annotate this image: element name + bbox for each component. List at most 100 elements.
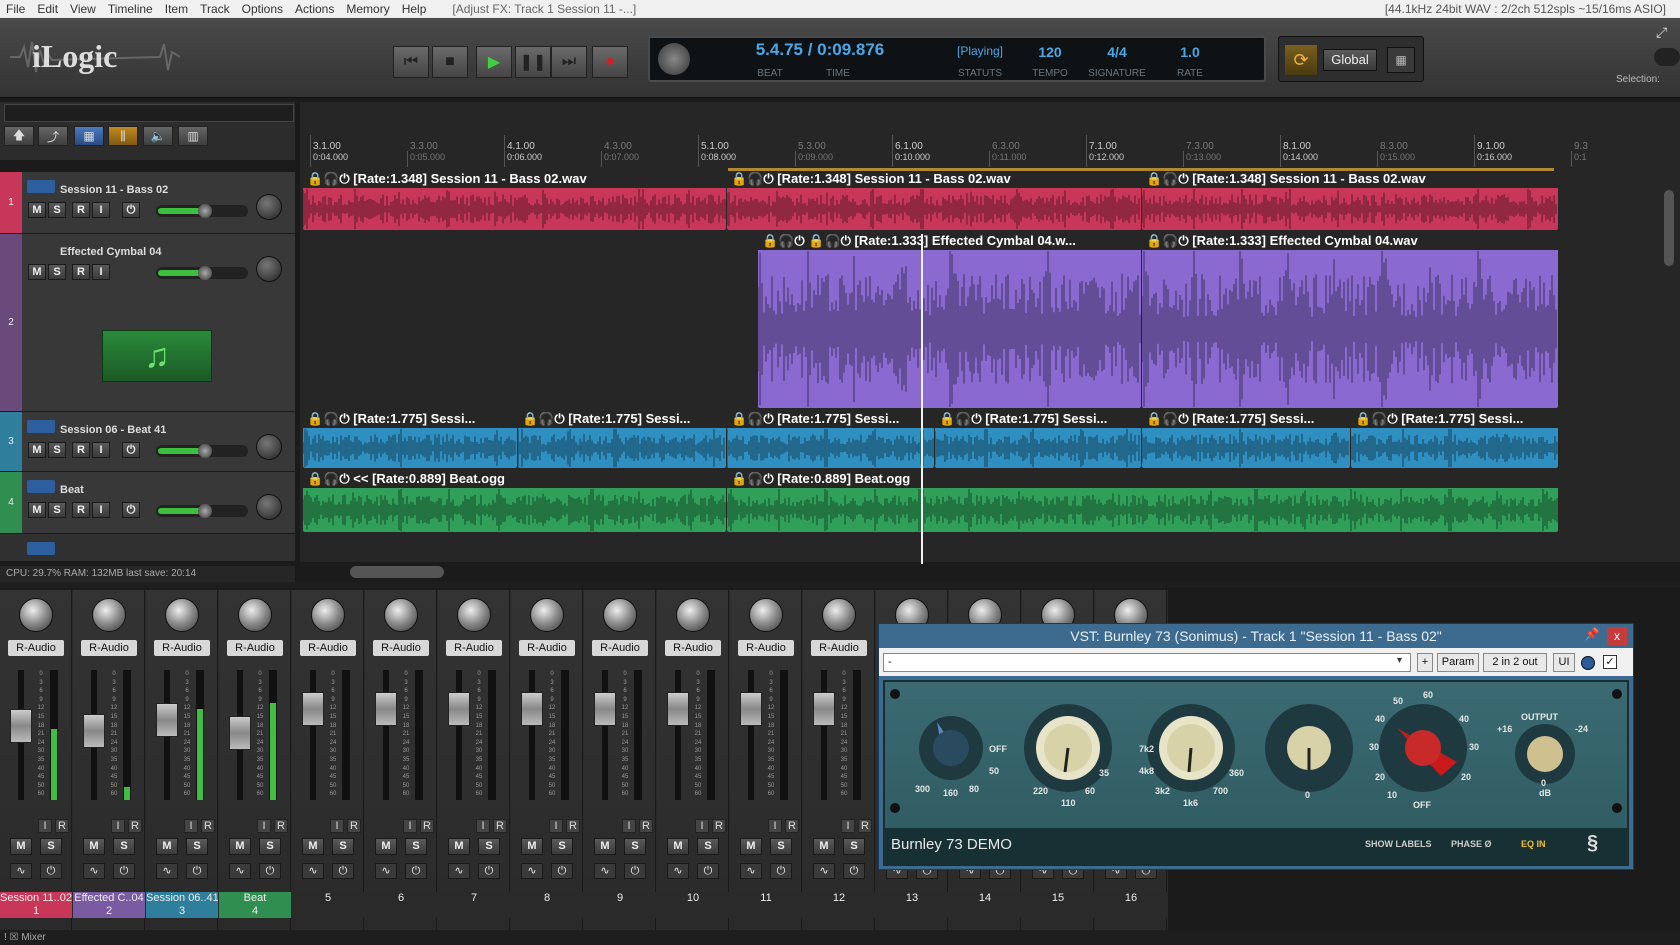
power-button[interactable]: ⏻ — [122, 442, 140, 458]
ui-button[interactable]: UI — [1553, 653, 1575, 672]
enable-checkbox[interactable]: ✓ — [1603, 655, 1617, 669]
mute-button[interactable]: M — [667, 838, 689, 855]
volume-fader[interactable] — [813, 692, 835, 726]
automation-icon[interactable]: ∿ — [594, 863, 616, 879]
record-arm-button[interactable]: R — [72, 502, 90, 518]
automation-icon[interactable]: ∿ — [302, 863, 324, 879]
solo-button[interactable]: S — [48, 202, 66, 218]
stop-button[interactable]: ■ — [432, 46, 468, 78]
solo-button[interactable]: S — [770, 838, 792, 855]
route-button[interactable]: R-Audio — [519, 640, 575, 656]
input-button[interactable]: I — [841, 819, 855, 833]
zoom-slider[interactable] — [1654, 48, 1680, 66]
mute-button[interactable]: M — [229, 838, 251, 855]
clip-beat41[interactable]: 🔒🎧⏻ [Rate:1.775] Sessi... — [303, 412, 517, 468]
pan-knob[interactable] — [749, 598, 783, 632]
tool-pointer[interactable]: 🡅 — [4, 126, 34, 146]
track-header-1[interactable]: 1 Session 11 - Bass 02 M S R I ⏻ — [0, 172, 295, 234]
solo-button[interactable]: S — [551, 838, 573, 855]
clip-bass[interactable]: 🔒🎧⏻ [Rate:1.348] Session 11 - Bass 02.wa… — [727, 172, 1141, 230]
input-button[interactable]: I — [92, 502, 110, 518]
volume-fader[interactable] — [594, 692, 616, 726]
power-icon[interactable]: ⏻ — [843, 863, 865, 879]
route-button[interactable]: R-Audio — [8, 640, 64, 656]
automation-icon[interactable]: ∿ — [667, 863, 689, 879]
pan-knob[interactable] — [603, 598, 637, 632]
close-button[interactable]: x — [1607, 627, 1627, 645]
clip-cymbal[interactable]: 🔒🎧⏻ [Rate:1.333] Effected Cymbal 04.wav — [1142, 234, 1558, 408]
clip-bass[interactable]: 🔒🎧⏻ [Rate:1.348] Session 11 - Bass 02.wa… — [1142, 172, 1558, 230]
solo-button[interactable]: S — [48, 442, 66, 458]
record-arm-button[interactable]: R — [712, 819, 726, 833]
show-labels-button[interactable]: SHOW LABELS — [1365, 839, 1432, 849]
skip-forward-button[interactable]: ⏭ — [551, 46, 587, 78]
clip-beat41[interactable]: 🔒🎧⏻ [Rate:1.775] Sessi... — [1142, 412, 1350, 468]
pan-knob[interactable] — [384, 598, 418, 632]
tool-grid[interactable]: ▦ — [74, 126, 104, 146]
volume-fader[interactable] — [302, 692, 324, 726]
input-button[interactable]: I — [476, 819, 490, 833]
input-button[interactable]: I — [695, 819, 709, 833]
menu-edit[interactable]: Edit — [31, 2, 64, 16]
input-button[interactable]: I — [257, 819, 271, 833]
playhead[interactable] — [921, 234, 923, 564]
mute-button[interactable]: M — [813, 838, 835, 855]
clip-beat41[interactable]: 🔒🎧⏻ [Rate:1.775] Sessi... — [1351, 412, 1558, 468]
loop-button[interactable]: ⟳ — [1285, 45, 1317, 75]
input-button[interactable]: I — [768, 819, 782, 833]
route-button[interactable]: R-Audio — [738, 640, 794, 656]
menu-help[interactable]: Help — [396, 2, 433, 16]
tool-volume[interactable]: 🔈 — [143, 126, 173, 146]
horizontal-scrollbar[interactable] — [350, 566, 444, 578]
power-icon[interactable]: ⏻ — [770, 863, 792, 879]
power-button[interactable]: ⏻ — [122, 202, 140, 218]
volume-fader[interactable] — [229, 716, 251, 751]
solo-button[interactable]: S — [40, 838, 62, 855]
bypass-icon[interactable] — [1581, 656, 1595, 670]
route-button[interactable]: R-Audio — [227, 640, 283, 656]
tool-split[interactable]: ⫼ — [108, 126, 138, 146]
record-arm-button[interactable]: R — [72, 442, 90, 458]
power-icon[interactable]: ⏻ — [405, 863, 427, 879]
record-button[interactable]: ● — [592, 46, 628, 78]
pause-button[interactable]: ❚❚ — [515, 46, 551, 78]
mute-button[interactable]: M — [28, 502, 46, 518]
pan-knob[interactable] — [19, 598, 53, 632]
power-icon[interactable]: ⏻ — [697, 863, 719, 879]
volume-fader[interactable] — [521, 692, 543, 726]
record-arm-button[interactable]: R — [55, 819, 69, 833]
volume-fader[interactable] — [740, 692, 762, 726]
record-arm-button[interactable]: R — [72, 264, 90, 280]
loop-region[interactable] — [728, 168, 1554, 171]
clip-beat[interactable]: 🔒🎧⏻ << [Rate:0.889] Beat.ogg — [303, 472, 726, 532]
solo-button[interactable]: S — [332, 838, 354, 855]
mute-button[interactable]: M — [83, 838, 105, 855]
mute-button[interactable]: M — [156, 838, 178, 855]
pan-knob[interactable] — [530, 598, 564, 632]
pan-knob[interactable] — [256, 194, 282, 220]
automation-icon[interactable]: ∿ — [375, 863, 397, 879]
route-button[interactable]: R-Audio — [373, 640, 429, 656]
tool-piano[interactable]: ▥ — [178, 126, 208, 146]
record-arm-button[interactable]: R — [858, 819, 872, 833]
route-button[interactable]: R-Audio — [300, 640, 356, 656]
volume-fader[interactable] — [83, 714, 105, 748]
clip-bass[interactable]: 🔒🎧⏻ [Rate:1.348] Session 11 - Bass 02.wa… — [303, 172, 726, 230]
record-arm-button[interactable]: R — [72, 202, 90, 218]
tool-envelope[interactable]: ⤴ — [38, 126, 68, 146]
pan-knob[interactable] — [165, 598, 199, 632]
input-button[interactable]: I — [330, 819, 344, 833]
automation-icon[interactable]: ∿ — [10, 863, 32, 879]
vertical-scrollbar[interactable] — [1664, 190, 1674, 266]
automation-icon[interactable]: ∿ — [448, 863, 470, 879]
power-icon[interactable]: ⏻ — [259, 863, 281, 879]
automation-icon[interactable]: ∿ — [521, 863, 543, 879]
record-arm-button[interactable]: R — [347, 819, 361, 833]
input-button[interactable]: I — [38, 819, 52, 833]
automation-icon[interactable]: ∿ — [740, 863, 762, 879]
route-button[interactable]: R-Audio — [446, 640, 502, 656]
automation-icon[interactable]: ∿ — [156, 863, 178, 879]
menu-track[interactable]: Track — [194, 2, 236, 16]
pan-knob[interactable] — [457, 598, 491, 632]
mute-button[interactable]: M — [10, 838, 32, 855]
